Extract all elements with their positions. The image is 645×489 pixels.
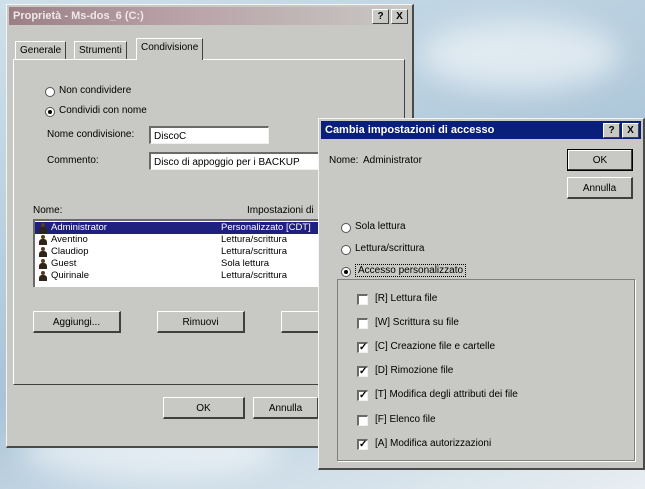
perm-change-attributes-label: [T] Modifica degli attributi dei file [375,389,518,400]
user-permission: Sola lettura [221,258,270,269]
name-label: Nome: [329,155,359,166]
user-icon [39,235,47,245]
checkbox-change-attributes[interactable]: ✓ [357,390,368,401]
access-settings-dialog: Cambia impostazioni di accesso ? X Nome:… [318,118,645,470]
cancel-button[interactable]: Annulla [253,397,319,419]
list-header-permissions: Impostazioni di [247,205,314,216]
dialog-titlebar: Cambia impostazioni di accesso ? X [321,121,641,139]
share-name-label: Nome condivisione: [47,129,135,140]
user-list[interactable]: Administrator Personalizzato [CDT] Avent… [33,219,323,287]
checkbox-read-files[interactable] [357,294,368,305]
tab-strumenti[interactable]: Strumenti [74,41,127,60]
dialog-cancel-button[interactable]: Annulla [567,177,633,199]
list-header-name: Nome: [33,205,63,216]
radio-custom-access-label: Accesso personalizzato [355,264,467,277]
user-permission: Lettura/scrittura [221,246,287,257]
name-value: Administrator [363,155,422,166]
perm-delete-files-label: [D] Rimozione file [375,365,454,376]
help-button[interactable]: ? [603,123,620,138]
checkbox-write-files[interactable] [357,318,368,329]
user-permission: Lettura/scrittura [221,234,287,245]
properties-title: Proprietà - Ms-dos_6 (C:) [13,10,144,22]
radio-custom-access[interactable] [341,267,351,277]
radio-condividi-label: Condividi con nome [59,105,147,116]
share-name-field[interactable]: DiscoC [149,126,269,144]
checkbox-change-permissions[interactable]: ✓ [357,439,368,450]
comment-field[interactable]: Disco di appoggio per i BACKUP [149,152,319,170]
help-button[interactable]: ? [372,9,389,24]
dialog-ok-button[interactable]: OK [567,149,633,171]
perm-list-files-label: [F] Elenco file [375,414,436,425]
checkbox-delete-files[interactable]: ✓ [357,366,368,377]
perm-create-files-label: [C] Creazione file e cartelle [375,341,496,352]
user-permission: Personalizzato [CDT] [221,222,311,233]
list-item[interactable]: Aventino Lettura/scrittura [35,234,323,246]
dialog-title: Cambia impostazioni di accesso [325,124,495,136]
user-name: Administrator [51,222,107,233]
radio-read-write[interactable] [341,245,351,255]
radio-read-only[interactable] [341,223,351,233]
add-user-button[interactable]: Aggiungi... [33,311,121,333]
user-name: Quirinale [51,270,90,281]
radio-non-condividere[interactable] [45,87,55,97]
user-icon [39,247,47,257]
tab-generale[interactable]: Generale [15,41,67,60]
user-icon [39,259,47,269]
checkbox-create-files[interactable]: ✓ [357,342,368,353]
user-name: Guest [51,258,77,269]
radio-read-write-label: Lettura/scrittura [355,243,425,254]
sky-cloud [420,20,620,90]
radio-read-only-label: Sola lettura [355,221,406,232]
perm-read-files-label: [R] Lettura file [375,293,438,304]
list-item[interactable]: Claudiop Lettura/scrittura [35,246,323,258]
user-icon [39,223,47,233]
list-item[interactable]: Guest Sola lettura [35,258,323,270]
list-item[interactable]: Administrator Personalizzato [CDT] [35,222,323,234]
list-item[interactable]: Quirinale Lettura/scrittura [35,270,323,282]
ok-button[interactable]: OK [163,397,245,419]
tab-condivisione[interactable]: Condivisione [136,38,204,60]
radio-condividi-con-nome[interactable] [45,107,55,117]
user-name: Aventino [51,234,88,245]
close-button[interactable]: X [622,123,639,138]
user-permission: Lettura/scrittura [221,270,287,281]
user-name: Claudiop [51,246,89,257]
comment-label: Commento: [47,155,99,166]
perm-change-permissions-label: [A] Modifica autorizzazioni [375,438,492,449]
checkbox-list-files[interactable] [357,415,368,426]
close-button[interactable]: X [391,9,408,24]
radio-non-condividere-label: Non condividere [59,85,132,96]
remove-user-button[interactable]: Rimuovi [157,311,245,333]
user-icon [39,271,47,281]
perm-write-files-label: [W] Scrittura su file [375,317,459,328]
properties-titlebar: Proprietà - Ms-dos_6 (C:) ? X [9,7,410,25]
